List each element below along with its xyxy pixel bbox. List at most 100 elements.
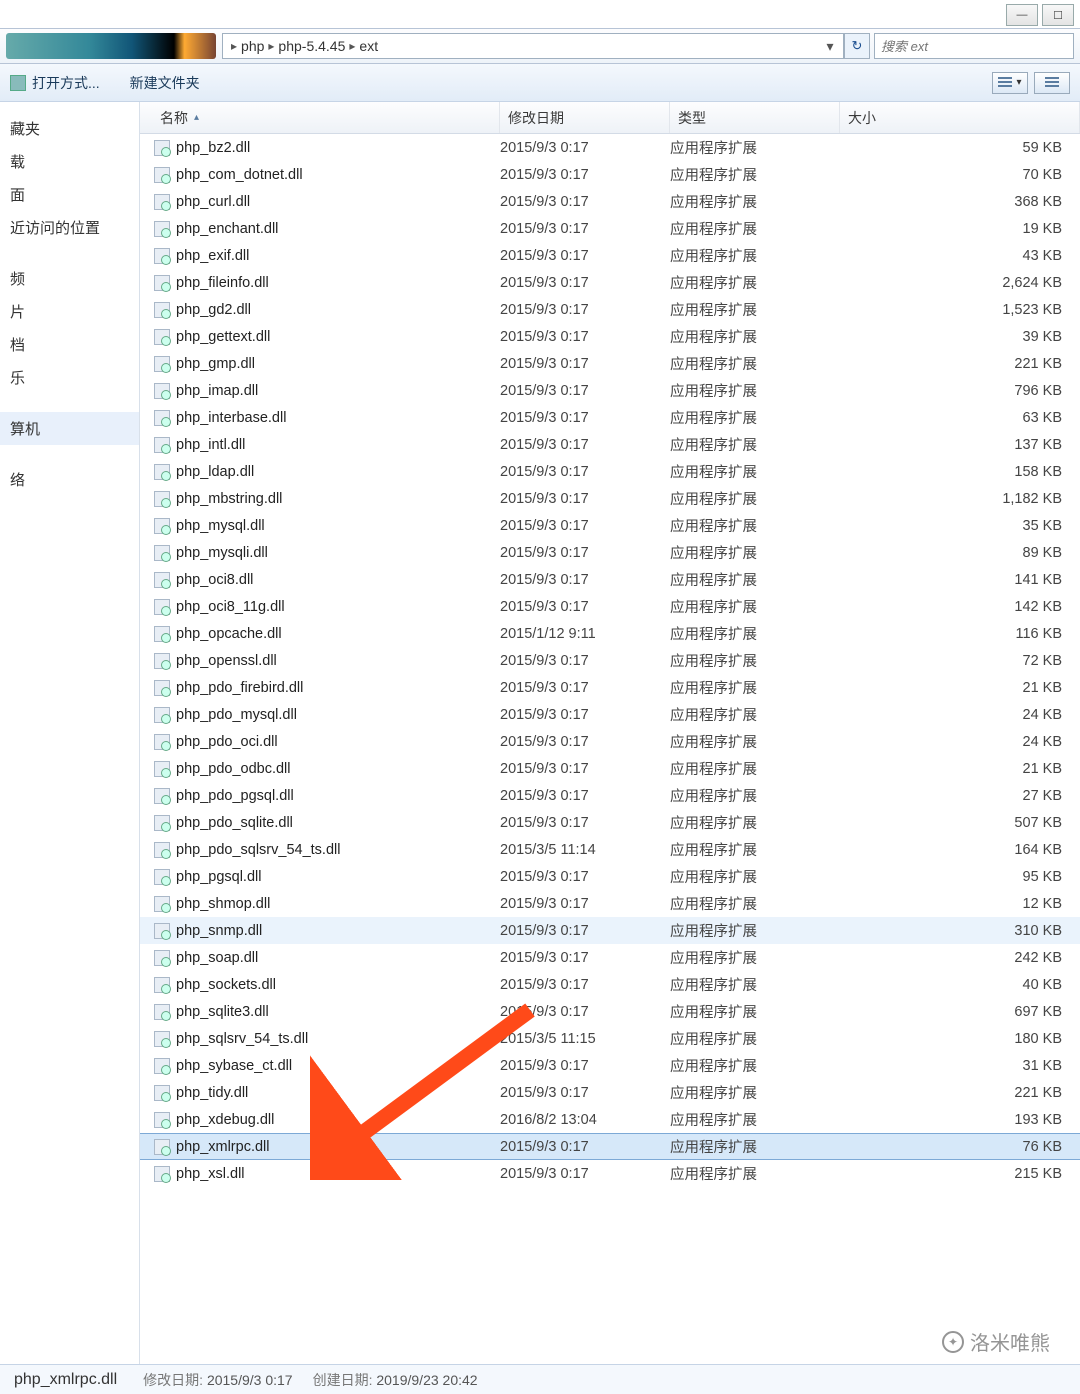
file-row[interactable]: php_mysql.dll2015/9/3 0:17应用程序扩展35 KB — [140, 512, 1080, 539]
file-row[interactable]: php_enchant.dll2015/9/3 0:17应用程序扩展19 KB — [140, 215, 1080, 242]
file-row[interactable]: php_snmp.dll2015/9/3 0:17应用程序扩展310 KB — [140, 917, 1080, 944]
file-name: php_fileinfo.dll — [176, 275, 269, 291]
file-date: 2015/9/3 0:17 — [500, 518, 670, 534]
sidebar-item[interactable]: 片 — [0, 295, 139, 328]
column-header-date[interactable]: 修改日期 — [500, 102, 670, 133]
view-mode-button[interactable]: ▾ — [992, 72, 1028, 94]
file-row[interactable]: php_opcache.dll2015/1/12 9:11应用程序扩展116 K… — [140, 620, 1080, 647]
sidebar-item[interactable]: 频 — [0, 262, 139, 295]
breadcrumb-item[interactable]: php-5.4.45 — [278, 38, 345, 54]
file-row[interactable]: php_xdebug.dll2016/8/2 13:04应用程序扩展193 KB — [140, 1106, 1080, 1133]
file-row[interactable]: php_oci8_11g.dll2015/9/3 0:17应用程序扩展142 K… — [140, 593, 1080, 620]
file-size: 24 KB — [840, 707, 1080, 723]
breadcrumb-dropdown-icon[interactable]: ▾ — [821, 38, 839, 55]
open-with-button[interactable]: 打开方式... — [10, 73, 100, 93]
sidebar-item[interactable]: 近访问的位置 — [0, 211, 139, 244]
file-row[interactable]: php_oci8.dll2015/9/3 0:17应用程序扩展141 KB — [140, 566, 1080, 593]
file-name: php_exif.dll — [176, 248, 249, 264]
dll-file-icon — [154, 356, 170, 372]
file-row[interactable]: php_intl.dll2015/9/3 0:17应用程序扩展137 KB — [140, 431, 1080, 458]
file-row[interactable]: php_interbase.dll2015/9/3 0:17应用程序扩展63 K… — [140, 404, 1080, 431]
file-size: 19 KB — [840, 221, 1080, 237]
maximize-button[interactable]: ☐ — [1042, 4, 1074, 26]
file-name: php_gettext.dll — [176, 329, 270, 345]
dll-file-icon — [154, 302, 170, 318]
sidebar-item[interactable]: 乐 — [0, 361, 139, 394]
breadcrumb[interactable]: ▸ php ▸ php-5.4.45 ▸ ext ▾ — [222, 33, 844, 59]
file-row[interactable]: php_pdo_sqlite.dll2015/9/3 0:17应用程序扩展507… — [140, 809, 1080, 836]
file-row[interactable]: php_mbstring.dll2015/9/3 0:17应用程序扩展1,182… — [140, 485, 1080, 512]
breadcrumb-item[interactable]: ext — [359, 38, 378, 54]
file-row[interactable]: php_sybase_ct.dll2015/9/3 0:17应用程序扩展31 K… — [140, 1052, 1080, 1079]
file-row[interactable]: php_pdo_odbc.dll2015/9/3 0:17应用程序扩展21 KB — [140, 755, 1080, 782]
file-row[interactable]: php_mysqli.dll2015/9/3 0:17应用程序扩展89 KB — [140, 539, 1080, 566]
file-row[interactable]: php_gmp.dll2015/9/3 0:17应用程序扩展221 KB — [140, 350, 1080, 377]
breadcrumb-item[interactable]: php — [241, 38, 264, 54]
sidebar-item[interactable]: 载 — [0, 145, 139, 178]
dll-file-icon — [154, 977, 170, 993]
sidebar-item[interactable]: 档 — [0, 328, 139, 361]
file-list[interactable]: php_bz2.dll2015/9/3 0:17应用程序扩展59 KBphp_c… — [140, 134, 1080, 1364]
file-type: 应用程序扩展 — [670, 326, 840, 347]
file-row[interactable]: php_pdo_oci.dll2015/9/3 0:17应用程序扩展24 KB — [140, 728, 1080, 755]
file-row[interactable]: php_sqlsrv_54_ts.dll2015/3/5 11:15应用程序扩展… — [140, 1025, 1080, 1052]
file-row[interactable]: php_imap.dll2015/9/3 0:17应用程序扩展796 KB — [140, 377, 1080, 404]
search-input[interactable] — [874, 33, 1074, 59]
file-row[interactable]: php_bz2.dll2015/9/3 0:17应用程序扩展59 KB — [140, 134, 1080, 161]
file-type: 应用程序扩展 — [670, 785, 840, 806]
file-date: 2015/9/3 0:17 — [500, 140, 670, 156]
file-row[interactable]: php_pdo_mysql.dll2015/9/3 0:17应用程序扩展24 K… — [140, 701, 1080, 728]
file-row[interactable]: php_sqlite3.dll2015/9/3 0:17应用程序扩展697 KB — [140, 998, 1080, 1025]
dll-file-icon — [154, 1058, 170, 1074]
file-row[interactable]: php_gd2.dll2015/9/3 0:17应用程序扩展1,523 KB — [140, 296, 1080, 323]
file-date: 2015/9/3 0:17 — [500, 302, 670, 318]
file-row[interactable]: php_pdo_sqlsrv_54_ts.dll2015/3/5 11:14应用… — [140, 836, 1080, 863]
status-created-value: 2019/9/23 20:42 — [376, 1372, 477, 1388]
file-row[interactable]: php_tidy.dll2015/9/3 0:17应用程序扩展221 KB — [140, 1079, 1080, 1106]
file-row[interactable]: php_curl.dll2015/9/3 0:17应用程序扩展368 KB — [140, 188, 1080, 215]
file-row[interactable]: php_shmop.dll2015/9/3 0:17应用程序扩展12 KB — [140, 890, 1080, 917]
file-row[interactable]: php_exif.dll2015/9/3 0:17应用程序扩展43 KB — [140, 242, 1080, 269]
sidebar-item[interactable]: 络 — [0, 463, 139, 496]
file-name: php_pdo_sqlite.dll — [176, 815, 293, 831]
list-view-icon — [998, 77, 1012, 89]
minimize-button[interactable]: — — [1006, 4, 1038, 26]
sidebar-item[interactable]: 算机 — [0, 412, 139, 445]
column-header-type[interactable]: 类型 — [670, 102, 840, 133]
file-type: 应用程序扩展 — [670, 542, 840, 563]
preview-pane-button[interactable] — [1034, 72, 1070, 94]
file-type: 应用程序扩展 — [670, 1028, 840, 1049]
file-row[interactable]: php_com_dotnet.dll2015/9/3 0:17应用程序扩展70 … — [140, 161, 1080, 188]
file-size: 35 KB — [840, 518, 1080, 534]
file-row[interactable]: php_openssl.dll2015/9/3 0:17应用程序扩展72 KB — [140, 647, 1080, 674]
file-row[interactable]: php_pgsql.dll2015/9/3 0:17应用程序扩展95 KB — [140, 863, 1080, 890]
column-header-size[interactable]: 大小 — [840, 102, 1080, 133]
file-row[interactable]: php_xmlrpc.dll2015/9/3 0:17应用程序扩展76 KB — [140, 1133, 1080, 1160]
file-row[interactable]: php_xsl.dll2015/9/3 0:17应用程序扩展215 KB — [140, 1160, 1080, 1187]
file-row[interactable]: php_ldap.dll2015/9/3 0:17应用程序扩展158 KB — [140, 458, 1080, 485]
dll-file-icon — [154, 329, 170, 345]
nav-back-forward[interactable] — [6, 33, 216, 59]
column-header-name[interactable]: 名称▴ — [140, 102, 500, 133]
file-name: php_gmp.dll — [176, 356, 255, 372]
file-date: 2015/9/3 0:17 — [500, 896, 670, 912]
file-name: php_sqlsrv_54_ts.dll — [176, 1031, 308, 1047]
sidebar-item[interactable]: 藏夹 — [0, 112, 139, 145]
dll-file-icon — [154, 761, 170, 777]
file-size: 24 KB — [840, 734, 1080, 750]
file-date: 2015/9/3 0:17 — [500, 1004, 670, 1020]
file-row[interactable]: php_pdo_firebird.dll2015/9/3 0:17应用程序扩展2… — [140, 674, 1080, 701]
file-row[interactable]: php_soap.dll2015/9/3 0:17应用程序扩展242 KB — [140, 944, 1080, 971]
file-row[interactable]: php_fileinfo.dll2015/9/3 0:17应用程序扩展2,624… — [140, 269, 1080, 296]
refresh-button[interactable]: ↻ — [844, 33, 870, 59]
status-created-label: 创建日期: — [313, 1372, 373, 1388]
file-row[interactable]: php_sockets.dll2015/9/3 0:17应用程序扩展40 KB — [140, 971, 1080, 998]
file-row[interactable]: php_pdo_pgsql.dll2015/9/3 0:17应用程序扩展27 K… — [140, 782, 1080, 809]
dll-file-icon — [154, 248, 170, 264]
new-folder-button[interactable]: 新建文件夹 — [130, 73, 200, 93]
address-bar: ▸ php ▸ php-5.4.45 ▸ ext ▾ ↻ — [0, 28, 1080, 64]
dll-file-icon — [154, 1004, 170, 1020]
sidebar-item[interactable]: 面 — [0, 178, 139, 211]
file-row[interactable]: php_gettext.dll2015/9/3 0:17应用程序扩展39 KB — [140, 323, 1080, 350]
dll-file-icon — [154, 167, 170, 183]
